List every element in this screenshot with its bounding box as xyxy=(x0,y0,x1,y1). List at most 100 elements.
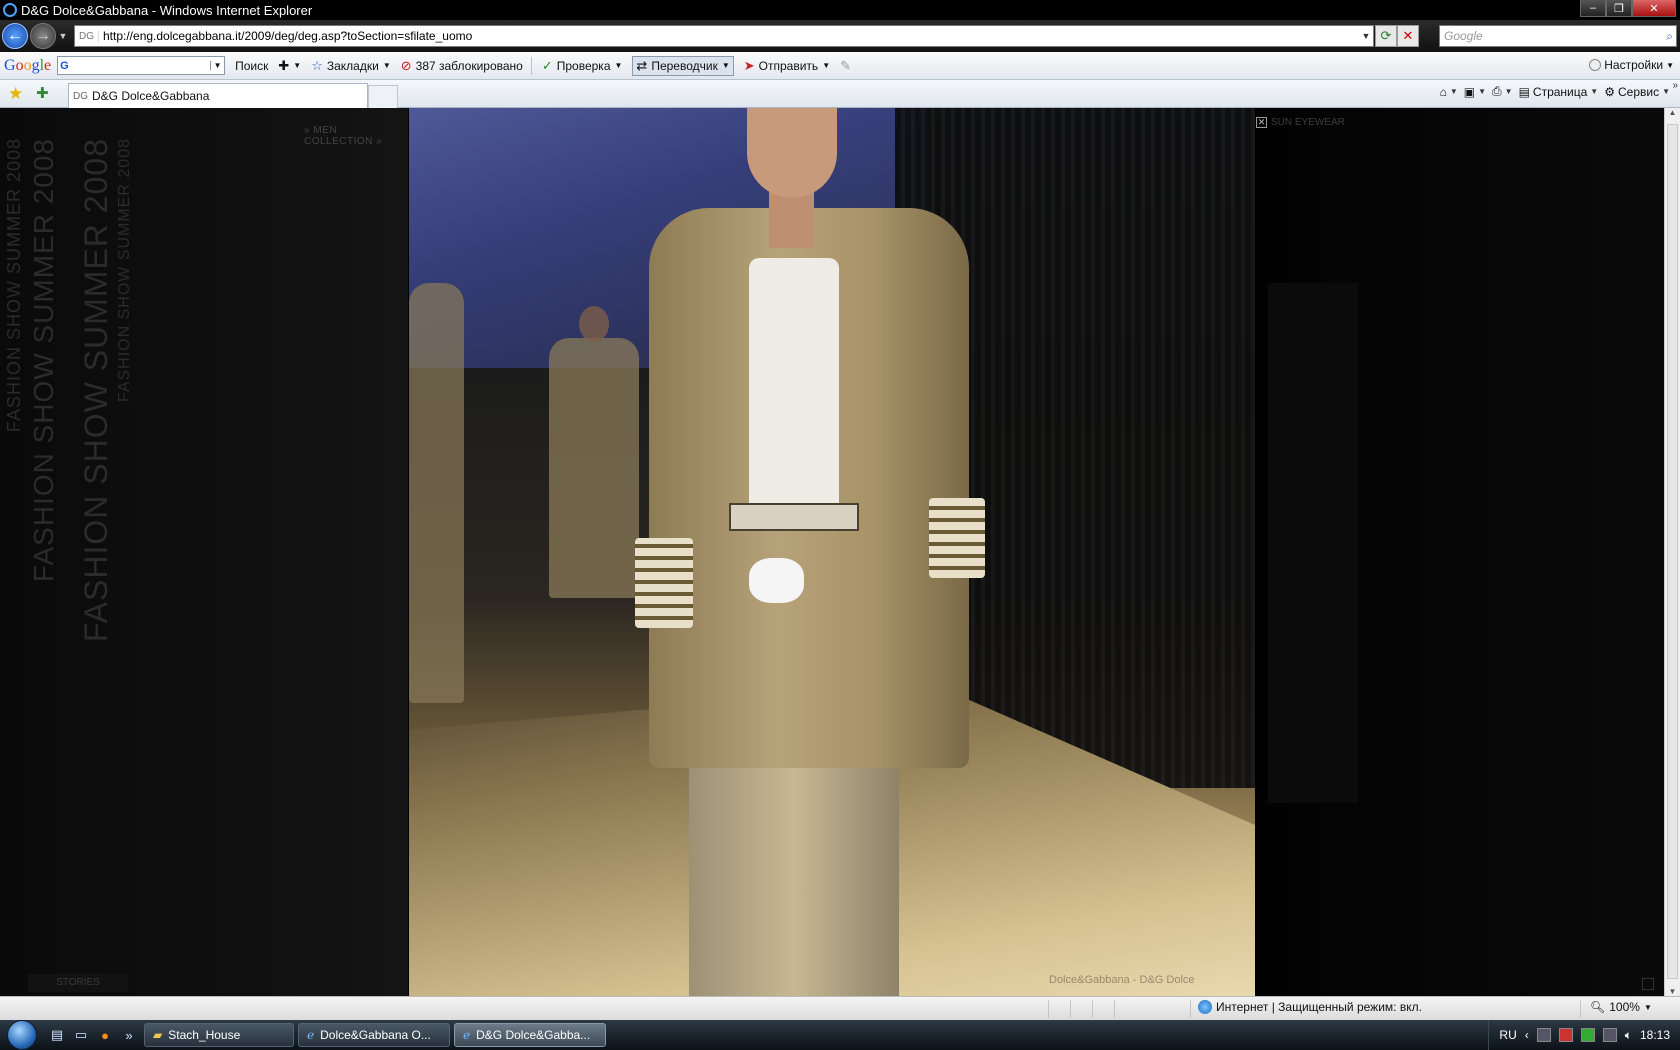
model-cuff xyxy=(635,538,693,628)
print-icon[interactable]: ⎙ ▼ xyxy=(1492,84,1513,99)
google-settings-button[interactable]: Настройки ▼ xyxy=(1589,58,1674,72)
zoom-level[interactable]: 🔍︎ 100% ▼ xyxy=(1590,1000,1652,1014)
popup-blocker-button[interactable]: ⊘ 387 заблокировано xyxy=(401,58,523,74)
tray-app-icon[interactable] xyxy=(1558,1028,1573,1042)
photo-caption: Dolce&Gabbana - D&G Dolce xyxy=(1049,974,1195,986)
address-bar[interactable]: DG http://eng.dolcegabbana.it/2009/deg/d… xyxy=(74,25,1374,47)
refresh-icon[interactable]: ⟳ xyxy=(1375,25,1397,47)
taskbar-item-stach-house[interactable]: ▰ Stach_House xyxy=(144,1023,294,1047)
clock[interactable]: 18:13 xyxy=(1640,1028,1670,1042)
web-search-placeholder: Google xyxy=(1444,29,1483,43)
status-bar: Интернет | Защищенный режим: вкл. 🔍︎ 100… xyxy=(0,996,1680,1020)
language-indicator[interactable]: RU xyxy=(1499,1028,1516,1042)
send-icon: ➤ xyxy=(743,57,755,73)
taskbar-item-dolce-gabbana-2[interactable]: ℯ D&G Dolce&Gabba... xyxy=(454,1023,606,1047)
back-button[interactable]: ← xyxy=(2,23,28,49)
folder-icon: ▰ xyxy=(153,1028,163,1042)
address-dropdown[interactable]: ▼ xyxy=(1359,31,1373,41)
scroll-up-icon[interactable]: ▲ xyxy=(1665,108,1680,124)
right-shade xyxy=(1268,283,1358,803)
puzzle-icon[interactable]: ✚ ▼ xyxy=(278,58,301,74)
zoom-icon: 🔍︎ xyxy=(1590,1000,1606,1014)
background-model xyxy=(549,338,639,598)
system-tray: RU ‹ 🔈︎ 18:13 xyxy=(1488,1020,1680,1050)
tray-app-icon[interactable] xyxy=(1536,1028,1551,1042)
show-desktop-icon[interactable]: ▭ xyxy=(70,1024,92,1046)
recent-pages-dropdown[interactable]: ▼ xyxy=(56,31,70,41)
globe-icon xyxy=(1198,1000,1212,1014)
volume-icon[interactable]: 🔈︎ xyxy=(1625,1028,1632,1043)
taskbar: ▤ ▭ ● » ▰ Stach_House ℯ Dolce&Gabbana O.… xyxy=(0,1020,1680,1050)
new-tab-button[interactable] xyxy=(368,85,398,108)
translate-button[interactable]: ⇄ Переводчик ▼ xyxy=(632,55,734,76)
add-favorite-icon[interactable]: ✚ xyxy=(36,84,49,102)
right-panel: ✕ SUN EYEWEAR xyxy=(1256,108,1664,996)
web-search-input[interactable]: Google ⌕ xyxy=(1439,25,1677,47)
feeds-icon[interactable]: ▣ ▼ xyxy=(1464,85,1486,99)
model-cuff xyxy=(929,498,985,578)
spellcheck-button[interactable]: ✓ Проверка ▼ xyxy=(542,58,623,74)
left-panel: FASHION SHOW SUMMER 2008 FASHION SHOW SU… xyxy=(0,108,408,996)
fullscreen-icon[interactable] xyxy=(1642,978,1654,990)
sun-eyewear-link[interactable]: ✕ SUN EYEWEAR xyxy=(1256,117,1345,128)
google-logo: Google xyxy=(4,56,52,74)
forward-button[interactable]: → xyxy=(30,23,56,49)
men-collection-link[interactable]: » MEN COLLECTION » xyxy=(304,125,408,147)
network-icon[interactable] xyxy=(1602,1028,1617,1042)
google-search-button[interactable]: Поиск xyxy=(235,59,268,73)
navigation-bar: ← → ▼ DG http://eng.dolcegabbana.it/2009… xyxy=(0,20,1680,52)
model-figure xyxy=(629,108,989,996)
web-content: FASHION SHOW SUMMER 2008 FASHION SHOW SU… xyxy=(0,108,1664,996)
site-favicon: DG xyxy=(75,30,99,42)
tab-dolce-gabbana[interactable]: DG D&G Dolce&Gabbana xyxy=(68,83,368,108)
google-search-dropdown[interactable]: ▼ xyxy=(210,61,224,70)
maximize-button[interactable]: ❐ xyxy=(1606,0,1632,17)
tray-app-icon[interactable] xyxy=(1580,1028,1595,1042)
model-belt xyxy=(729,503,859,531)
switch-windows-icon[interactable]: ▤ xyxy=(46,1024,68,1046)
scrollbar-thumb[interactable] xyxy=(1667,124,1678,979)
close-icon[interactable]: ✕ xyxy=(1256,117,1267,128)
tools-menu[interactable]: ⚙ Сервис ▼ xyxy=(1604,85,1670,99)
settings-icon xyxy=(1589,59,1602,71)
ie-icon xyxy=(3,3,17,17)
close-button[interactable]: ✕ xyxy=(1632,0,1676,17)
firefox-icon[interactable]: ● xyxy=(94,1024,116,1046)
send-button[interactable]: ➤ Отправить ▼ xyxy=(744,58,830,74)
spellcheck-icon: ✓ xyxy=(541,57,553,73)
blocked-icon: ⊘ xyxy=(400,57,412,73)
security-zone[interactable]: Интернет | Защищенный режим: вкл. xyxy=(1198,1000,1422,1014)
stop-icon[interactable]: ✕ xyxy=(1397,25,1419,47)
stories-button[interactable]: STORIES xyxy=(28,974,128,992)
google-search-input[interactable]: G ▼ xyxy=(57,56,226,75)
quicklaunch-chevron-icon[interactable]: » xyxy=(118,1024,140,1046)
scroll-down-icon[interactable]: ▼ xyxy=(1665,987,1680,996)
google-toolbar: Google G ▼ Поиск ✚ ▼ ☆ Закладки ▼ ⊘ 387 за… xyxy=(0,52,1680,80)
tab-favicon: DG xyxy=(73,90,88,102)
taskbar-item-dolce-gabbana-1[interactable]: ℯ Dolce&Gabbana O... xyxy=(298,1023,450,1047)
vertical-scrollbar[interactable]: ▲ ▼ xyxy=(1664,108,1680,996)
page-menu[interactable]: ▤ Страница ▼ xyxy=(1519,85,1599,99)
tab-bar: ★ ✚ DG D&G Dolce&Gabbana ⌂ ▼ ▣ ▼ ⎙ ▼ ▤ Стран… xyxy=(0,80,1680,108)
ie-icon: ℯ xyxy=(307,1028,315,1042)
model-head xyxy=(747,108,837,198)
window-title-bar: D&G Dolce&Gabbana - Windows Internet Exp… xyxy=(0,0,1680,20)
tray-chevron-icon[interactable]: ‹ xyxy=(1525,1028,1529,1042)
model-shirt xyxy=(749,258,839,518)
windows-orb-icon xyxy=(7,1020,37,1050)
fashion-show-vertical-text: FASHION SHOW SUMMER 2008 FASHION SHOW SU… xyxy=(4,138,133,643)
start-button[interactable] xyxy=(0,1020,44,1050)
ie-icon: ℯ xyxy=(463,1028,471,1042)
star-icon: ☆ xyxy=(311,57,323,73)
home-icon[interactable]: ⌂ ▼ xyxy=(1440,85,1458,99)
minimize-button[interactable]: – xyxy=(1580,0,1606,17)
background-model xyxy=(409,283,464,703)
favorites-center-icon[interactable]: ★ xyxy=(8,84,23,104)
address-url[interactable]: http://eng.dolcegabbana.it/2009/deg/deg.… xyxy=(103,29,1359,43)
pencil-icon[interactable]: ✎ xyxy=(840,58,851,74)
command-bar: ⌂ ▼ ▣ ▼ ⎙ ▼ ▤ Страница ▼ ⚙ Сервис ▼ xyxy=(1440,84,1670,99)
chevron-icon[interactable]: » xyxy=(1672,80,1678,91)
model-charm xyxy=(749,558,804,603)
search-icon[interactable]: ⌕ xyxy=(1666,29,1676,44)
bookmarks-button[interactable]: ☆ Закладки ▼ xyxy=(311,58,391,74)
